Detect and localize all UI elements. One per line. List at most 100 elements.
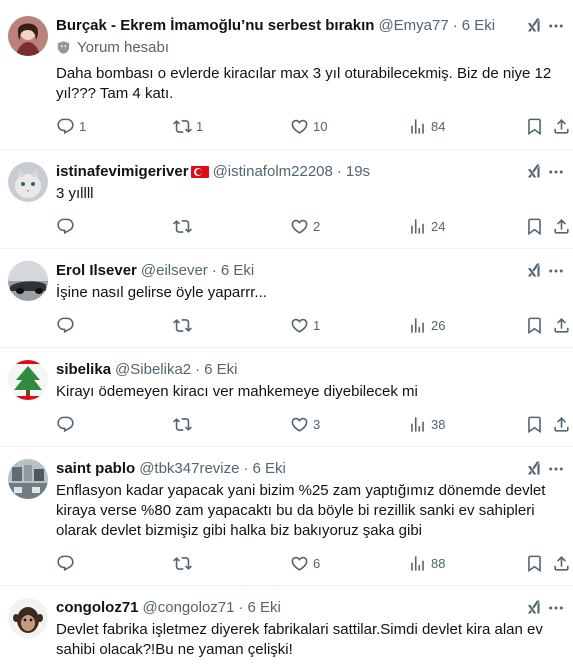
- username[interactable]: @istinafolm22208: [213, 162, 333, 182]
- share-button[interactable]: [552, 316, 571, 335]
- views-count: 24: [431, 219, 446, 234]
- grok-icon[interactable]: [525, 162, 543, 182]
- reply-icon: [56, 217, 75, 236]
- tweet[interactable]: Erol Ilsever @eilsever · 6 Eki İşine nas…: [0, 249, 573, 348]
- more-icon[interactable]: [547, 162, 565, 182]
- tweet-text: Devlet fabrika işletmez diyerek fabrikal…: [56, 621, 543, 658]
- tweet-header: istinafevimigeriver @istinafolm22208 · 1…: [56, 162, 565, 182]
- reply-icon: [56, 117, 75, 136]
- like-button[interactable]: 2: [290, 217, 320, 236]
- tweet[interactable]: sibelika @Sibelika2 · 6 Eki Kirayı ödeme…: [0, 348, 573, 447]
- reply-button[interactable]: [56, 415, 79, 434]
- more-icon[interactable]: [547, 459, 565, 479]
- reply-button[interactable]: 1: [56, 117, 86, 136]
- retweet-count: 1: [196, 119, 204, 134]
- reply-icon: [56, 415, 75, 434]
- like-button[interactable]: 10: [290, 117, 327, 136]
- timestamp[interactable]: 6 Eki: [221, 261, 254, 281]
- tweet[interactable]: congoloz71 @congoloz71 · 6 Eki Devlet fa…: [0, 586, 573, 666]
- share-button[interactable]: [552, 217, 571, 236]
- grok-icon[interactable]: [525, 261, 543, 281]
- share-button[interactable]: [552, 554, 571, 573]
- separator-dot: ·: [211, 262, 217, 279]
- share-button[interactable]: [552, 117, 571, 136]
- tweet-text: 3 yıllll: [56, 185, 94, 202]
- timestamp[interactable]: 6 Eki: [247, 598, 280, 618]
- retweet-button[interactable]: [173, 415, 196, 434]
- badge-label: Yorum hesabı: [77, 39, 170, 56]
- reply-button[interactable]: [56, 217, 79, 236]
- tweet-text: Daha bombası o evlerde kiracılar max 3 y…: [56, 65, 552, 102]
- username[interactable]: @eilsever: [141, 261, 208, 281]
- retweet-icon: [173, 217, 192, 236]
- share-button[interactable]: [552, 415, 571, 434]
- separator-dot: ·: [238, 599, 244, 616]
- grok-icon[interactable]: [525, 598, 543, 618]
- retweet-button[interactable]: 1: [173, 117, 203, 136]
- avatar[interactable]: [8, 598, 48, 638]
- more-icon[interactable]: [547, 16, 565, 36]
- display-name[interactable]: Erol Ilsever: [56, 261, 137, 281]
- bookmark-icon: [525, 415, 544, 434]
- views-button[interactable]: 26: [408, 316, 445, 335]
- views-button[interactable]: 88: [408, 554, 445, 573]
- timestamp[interactable]: 6 Eki: [204, 360, 237, 380]
- username[interactable]: @tbk347revize: [139, 459, 239, 479]
- bookmark-button[interactable]: [525, 554, 544, 573]
- grok-icon[interactable]: [525, 459, 543, 479]
- retweet-icon: [173, 554, 192, 573]
- retweet-button[interactable]: [173, 316, 196, 335]
- display-name[interactable]: sibelika: [56, 360, 111, 380]
- bookmark-icon: [525, 217, 544, 236]
- avatar[interactable]: [8, 261, 48, 301]
- views-button[interactable]: 84: [408, 117, 445, 136]
- retweet-button[interactable]: [173, 554, 196, 573]
- username[interactable]: @Sibelika2: [115, 360, 191, 380]
- share-icon: [552, 316, 571, 335]
- display-name[interactable]: saint pablo: [56, 459, 135, 479]
- tweet[interactable]: istinafevimigeriver @istinafolm22208 · 1…: [0, 150, 573, 249]
- reply-icon: [56, 316, 75, 335]
- grok-icon[interactable]: [525, 16, 543, 36]
- avatar[interactable]: [8, 16, 48, 56]
- like-count: 2: [313, 219, 321, 234]
- tweet[interactable]: Burçak - Ekrem İmamoğlu’nu serbest bırak…: [0, 0, 573, 150]
- tweet[interactable]: saint pablo @tbk347revize · 6 Eki Enflas…: [0, 447, 573, 586]
- reply-count: 1: [79, 119, 87, 134]
- views-button[interactable]: 24: [408, 217, 445, 236]
- like-count: 3: [313, 417, 321, 432]
- avatar[interactable]: [8, 459, 48, 499]
- bookmark-icon: [525, 117, 544, 136]
- timestamp[interactable]: 6 Eki: [252, 459, 285, 479]
- avatar[interactable]: [8, 360, 48, 400]
- username[interactable]: @congoloz71: [143, 598, 235, 618]
- reply-icon: [56, 554, 75, 573]
- more-icon[interactable]: [547, 261, 565, 281]
- separator-dot: ·: [243, 460, 249, 477]
- views-icon: [408, 117, 427, 136]
- tweet-actions: 2 24: [56, 217, 567, 237]
- like-button[interactable]: 3: [290, 415, 320, 434]
- avatar[interactable]: [8, 162, 48, 202]
- display-name[interactable]: Burçak - Ekrem İmamoğlu’nu serbest bırak…: [56, 16, 374, 36]
- more-icon[interactable]: [547, 598, 565, 618]
- bookmark-button[interactable]: [525, 217, 544, 236]
- reply-button[interactable]: [56, 316, 79, 335]
- like-button[interactable]: 6: [290, 554, 320, 573]
- timestamp[interactable]: 6 Eki: [462, 16, 495, 36]
- display-name[interactable]: istinafevimigeriver: [56, 162, 189, 182]
- reply-button[interactable]: [56, 554, 79, 573]
- like-icon: [290, 316, 309, 335]
- timestamp[interactable]: 19s: [346, 162, 370, 182]
- bookmark-button[interactable]: [525, 415, 544, 434]
- views-icon: [408, 217, 427, 236]
- bookmark-icon: [525, 554, 544, 573]
- separator-dot: ·: [336, 163, 342, 180]
- bookmark-button[interactable]: [525, 117, 544, 136]
- like-button[interactable]: 1: [290, 316, 320, 335]
- username[interactable]: @Emya77: [378, 16, 448, 36]
- display-name[interactable]: congoloz71: [56, 598, 139, 618]
- bookmark-button[interactable]: [525, 316, 544, 335]
- retweet-button[interactable]: [173, 217, 196, 236]
- views-button[interactable]: 38: [408, 415, 445, 434]
